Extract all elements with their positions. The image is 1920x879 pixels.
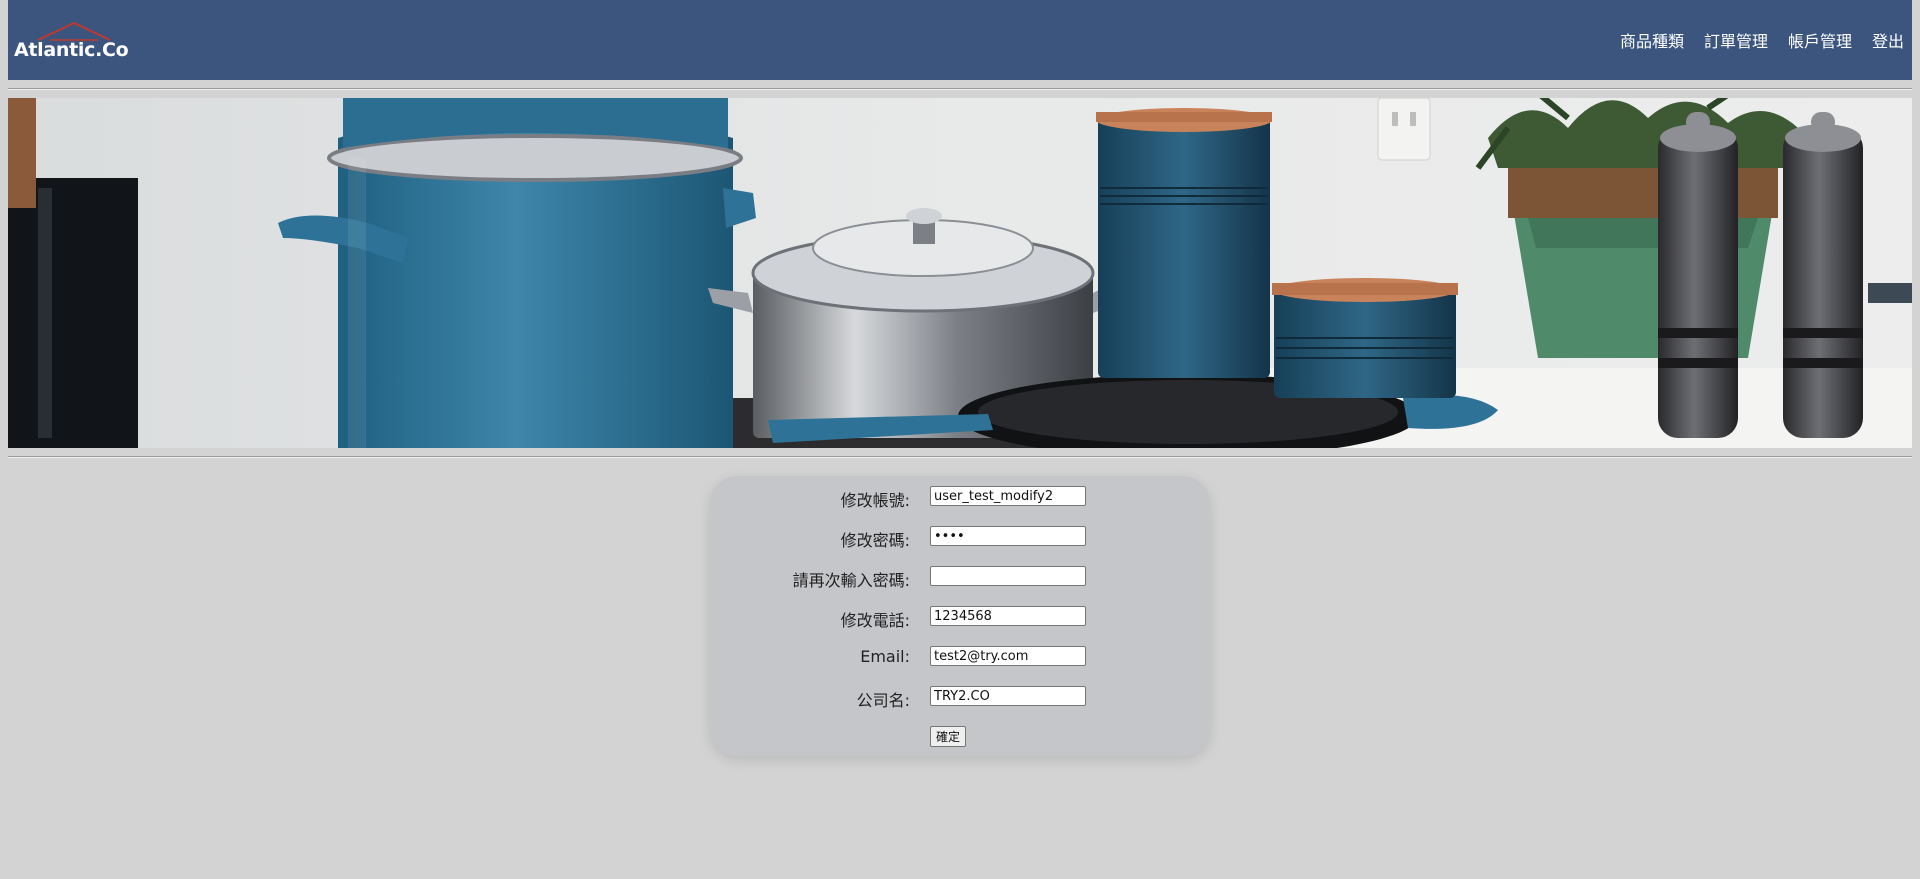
password-input[interactable]: [930, 526, 1086, 546]
confirm-password-label: 請再次輸入密碼:: [792, 571, 910, 590]
form-row-phone: 修改電話:: [710, 606, 1210, 630]
confirm-password-input[interactable]: [930, 566, 1086, 586]
email-label: Email:: [860, 647, 910, 666]
logo-text: Atlantic.Co: [14, 39, 129, 61]
phone-label: 修改電話:: [840, 611, 910, 630]
form-row-submit: 確定: [710, 726, 1210, 750]
top-navbar: Atlantic.Co 商品種類 訂單管理 帳戶管理 登出: [8, 0, 1912, 80]
email-input[interactable]: [930, 646, 1086, 666]
account-label: 修改帳號:: [840, 491, 910, 510]
divider-bottom: [8, 456, 1912, 458]
banner-image: [8, 98, 1912, 448]
phone-input[interactable]: [930, 606, 1086, 626]
logo[interactable]: Atlantic.Co: [14, 16, 134, 66]
form-row-account: 修改帳號:: [710, 486, 1210, 510]
kitchen-cookware-photo-icon: [8, 98, 1912, 448]
password-label: 修改密碼:: [840, 531, 910, 550]
form-row-confirm-password: 請再次輸入密碼:: [710, 566, 1210, 590]
account-input[interactable]: [930, 486, 1086, 506]
nav-link-account-management[interactable]: 帳戶管理: [1788, 28, 1852, 52]
form-row-company: 公司名:: [710, 686, 1210, 710]
nav-link-product-categories[interactable]: 商品種類: [1620, 28, 1684, 52]
confirm-button[interactable]: 確定: [930, 726, 967, 747]
nav-link-logout[interactable]: 登出: [1872, 28, 1904, 52]
company-input[interactable]: [930, 686, 1086, 706]
form-row-password: 修改密碼:: [710, 526, 1210, 550]
divider-top: [8, 88, 1912, 90]
account-edit-form: 修改帳號: 修改密碼: 請再次輸入密碼: 修改電話: Email: 公司名: 確…: [710, 476, 1210, 756]
nav-link-order-management[interactable]: 訂單管理: [1704, 28, 1768, 52]
company-label: 公司名:: [856, 691, 910, 710]
nav-menu: 商品種類 訂單管理 帳戶管理 登出: [1620, 28, 1904, 52]
form-row-email: Email:: [710, 646, 1210, 670]
